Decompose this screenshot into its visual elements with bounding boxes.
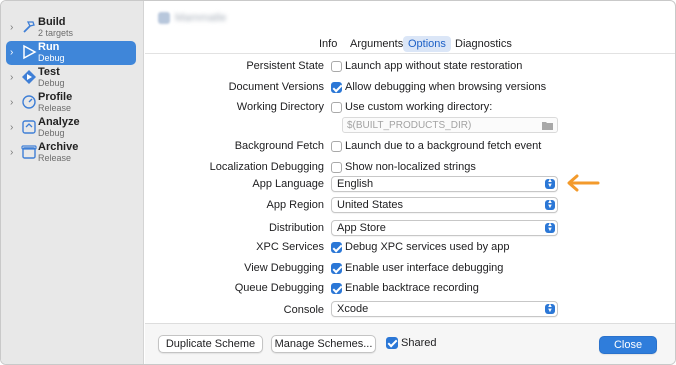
queue-debugging-text: Enable backtrace recording (345, 282, 479, 294)
persistent-state-label: Persistent State (246, 60, 324, 72)
app-language-value: English (337, 178, 374, 190)
background-fetch-checkbox[interactable] (331, 141, 342, 152)
tab-bar: Info Arguments Options Diagnostics (145, 36, 675, 54)
console-label: Console (283, 304, 324, 316)
background-fetch-text: Launch due to a background fetch event (345, 140, 542, 152)
working-directory-text: Use custom working directory: (345, 101, 493, 113)
sidebar-item-title: Run (38, 41, 60, 53)
distribution-value: App Store (337, 222, 386, 234)
persistent-state-text: Launch app without state restoration (345, 60, 523, 72)
play-icon (23, 44, 37, 60)
app-region-value: United States (337, 199, 404, 211)
xpc-services-text: Debug XPC services used by app (345, 241, 510, 253)
close-button[interactable]: Close (599, 336, 657, 354)
app-region-select[interactable]: United States ▲ ▼ (331, 197, 558, 213)
working-directory-field[interactable]: $(BUILT_PRODUCTS_DIR) (342, 117, 558, 133)
sidebar-item-build[interactable]: › Build 2 targets (6, 16, 136, 40)
localization-debugging-checkbox[interactable] (331, 162, 342, 173)
sidebar-item-title: Profile (38, 91, 73, 103)
sidebar-item-title: Archive (38, 141, 79, 153)
app-language-label: App Language (252, 178, 324, 190)
localization-debugging-label: Localization Debugging (209, 161, 324, 173)
xpc-services-checkbox[interactable] (331, 242, 342, 253)
sidebar-item-subtitle: Release (38, 103, 72, 113)
document-versions-checkbox[interactable] (331, 82, 342, 93)
sidebar-item-title: Build (38, 16, 66, 28)
duplicate-scheme-button[interactable]: Duplicate Scheme (158, 335, 263, 353)
sidebar-item-subtitle: Debug (38, 128, 65, 138)
chevron-right-icon[interactable]: › (10, 122, 18, 134)
scheme-editor-window: › Build 2 targets › Run Debug › Test Deb… (0, 0, 676, 365)
sidebar: › Build 2 targets › Run Debug › Test Deb… (1, 1, 144, 364)
sidebar-item-title: Test (38, 66, 60, 78)
analyze-icon (22, 120, 36, 134)
target-app-icon (158, 12, 170, 24)
working-directory-placeholder: $(BUILT_PRODUCTS_DIR) (347, 120, 472, 131)
tab-options[interactable]: Options (403, 36, 451, 52)
chevron-right-icon[interactable]: › (10, 97, 18, 109)
chevron-updown-icon: ▲ ▼ (545, 222, 555, 233)
test-diamond-icon (22, 70, 36, 84)
sidebar-item-title: Analyze (38, 116, 80, 128)
document-versions-text: Allow debugging when browsing versions (345, 81, 547, 93)
background-fetch-label: Background Fetch (234, 140, 324, 152)
view-debugging-checkbox[interactable] (331, 263, 342, 274)
manage-schemes-button[interactable]: Manage Schemes... (271, 335, 376, 353)
arrow-left-icon (567, 174, 600, 192)
distribution-select[interactable]: App Store ▲ ▼ (331, 220, 558, 236)
app-region-label: App Region (266, 199, 325, 211)
distribution-label: Distribution (268, 222, 324, 234)
chevron-right-icon[interactable]: › (10, 72, 18, 84)
chevron-right-icon[interactable]: › (10, 22, 18, 34)
chevron-updown-icon: ▲ ▼ (545, 303, 555, 314)
console-select[interactable]: Xcode ▲ ▼ (331, 301, 558, 317)
console-value: Xcode (337, 303, 369, 315)
persistent-state-checkbox[interactable] (331, 61, 342, 72)
sidebar-item-profile[interactable]: › Profile Release (6, 91, 136, 115)
working-directory-checkbox[interactable] (331, 102, 342, 113)
chevron-right-icon[interactable]: › (10, 147, 18, 159)
sidebar-item-analyze[interactable]: › Analyze Debug (6, 116, 136, 140)
shared-label: Shared (401, 337, 437, 349)
view-debugging-text: Enable user interface debugging (345, 262, 504, 274)
sidebar-item-subtitle: Debug (38, 78, 65, 88)
sidebar-item-subtitle: Release (38, 153, 72, 163)
chevron-right-icon[interactable]: › (10, 47, 18, 59)
document-versions-label: Document Versions (228, 81, 324, 93)
sidebar-item-run[interactable]: › Run Debug (6, 41, 136, 65)
view-debugging-label: View Debugging (244, 262, 324, 274)
tab-info[interactable]: Info (314, 36, 342, 52)
tab-diagnostics[interactable]: Diagnostics (450, 36, 517, 52)
working-directory-label: Working Directory (236, 101, 324, 113)
sidebar-item-test[interactable]: › Test Debug (6, 66, 136, 90)
queue-debugging-checkbox[interactable] (331, 283, 342, 294)
chevron-updown-icon: ▲ ▼ (545, 199, 555, 210)
queue-debugging-label: Queue Debugging (234, 282, 324, 294)
localization-debugging-text: Show non-localized strings (345, 161, 476, 173)
xpc-services-label: XPC Services (256, 241, 324, 253)
folder-icon[interactable] (542, 121, 553, 130)
sidebar-item-archive[interactable]: › Archive Release (6, 141, 136, 165)
chevron-updown-icon: ▲ ▼ (545, 178, 555, 189)
gauge-icon (22, 95, 36, 109)
sidebar-item-subtitle: 2 targets (38, 28, 74, 38)
hammer-icon (23, 21, 35, 33)
app-language-select[interactable]: English ▲ ▼ (331, 176, 558, 192)
scheme-header: Mammatle (145, 1, 675, 34)
shared-checkbox[interactable] (386, 337, 398, 349)
sidebar-item-subtitle: Debug (38, 53, 65, 63)
tab-arguments[interactable]: Arguments (345, 36, 408, 52)
archive-box-icon (21, 145, 37, 159)
target-name: Mammatle (175, 12, 227, 24)
